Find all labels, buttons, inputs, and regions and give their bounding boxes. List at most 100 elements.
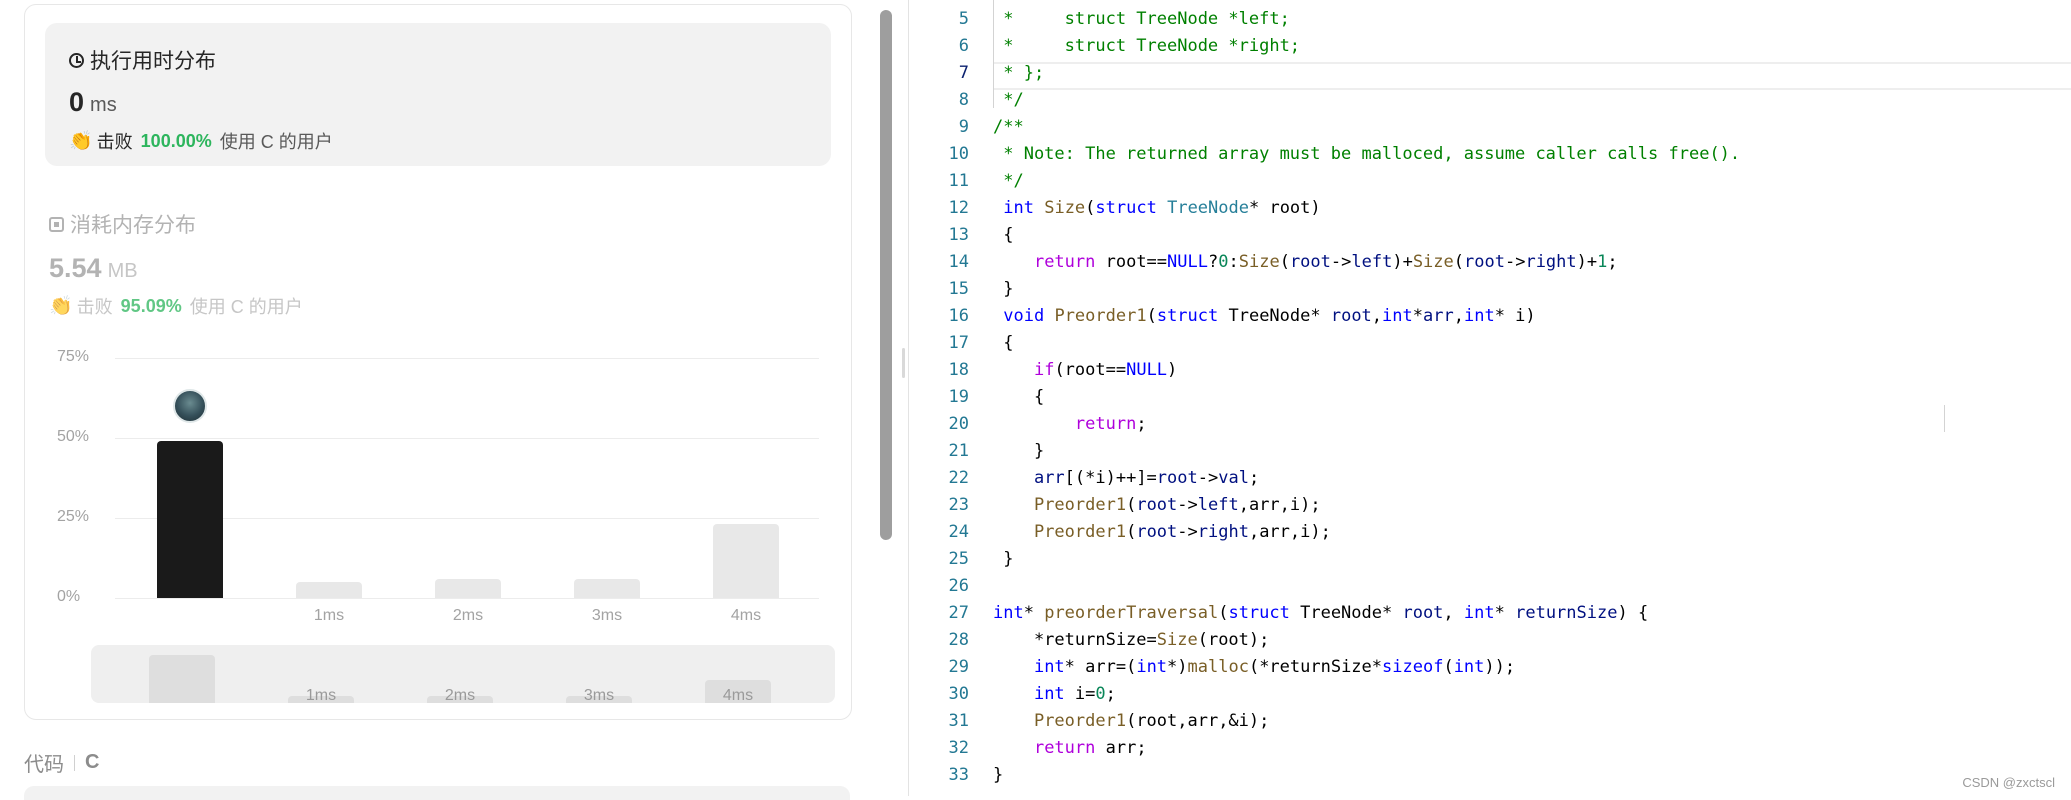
code-line: 25 } [909,546,2071,573]
code-line: 33} [909,762,2071,789]
minimap-tick-label: 1ms [305,687,337,703]
code-text: } [993,279,1014,299]
line-number: 25 [948,549,969,569]
clock-icon [69,52,84,68]
code-line: 31 Preorder1(root,arr,&i); [909,708,2071,735]
runtime-beat-percent: 100.00% [140,130,212,151]
chip-icon [49,216,64,232]
x-tick-label: 2ms [452,607,484,624]
line-number: 22 [948,468,969,488]
line-number: 29 [948,657,969,677]
minimap-tick-label: 4ms [722,687,754,703]
runtime-beat-line: 👏 击败 100.00% 使用 C 的用户 [69,128,333,154]
line-number: 17 [948,333,969,353]
line-number: 7 [958,63,969,83]
code-text: *returnSize=Size(root); [993,630,1270,650]
line-number: 20 [948,414,969,434]
runtime-distribution-chart: 0% 25% 50% 75% 1ms 2ms 3ms 4ms [25,345,851,645]
memory-value: 5.54 MB [49,253,138,284]
line-number: 6 [958,36,969,56]
code-text: int* preorderTraversal(struct TreeNode* … [993,603,1649,623]
runtime-beat-suffix: 使用 C 的用户 [219,132,333,152]
memory-number: 5.54 [49,253,102,283]
chart-bar-1ms[interactable] [296,582,362,598]
line-number: 13 [948,225,969,245]
code-line: 11 */ [909,168,2071,195]
code-text: */ [993,171,1024,191]
code-text: } [993,765,1004,785]
line-number: 19 [948,387,969,407]
memory-beat-label: 击败 [76,297,113,317]
code-text: { [993,387,1045,407]
code-label: 代码 [24,754,64,776]
chart-bar-4ms[interactable] [713,524,779,598]
code-line: 20 return; [909,411,2071,438]
line-number: 23 [948,495,969,515]
code-line: 13 { [909,222,2071,249]
line-number: 27 [948,603,969,623]
code-text: if(root==NULL) [1033,360,1178,380]
runtime-section[interactable]: 执行用时分布 0 ms 👏 击败 100.00% 使用 C 的用户 [45,23,831,166]
code-text: return root==NULL?0:Size(root->left)+Siz… [1033,252,1618,272]
line-number: 18 [948,360,969,380]
code-line: 9 /** [909,114,2071,141]
divider [74,754,75,771]
chart-bar-0ms[interactable] [157,441,223,598]
code-text: Preorder1(root,arr,&i); [1033,711,1270,731]
code-card [24,786,850,800]
code-line: 28 *returnSize=Size(root); [909,627,2071,654]
memory-title: 消耗内存分布 [49,209,196,239]
chart-bar-2ms[interactable] [435,578,501,598]
code-text: { [993,333,1014,353]
submission-stats-panel: 执行用时分布 0 ms 👏 击败 100.00% 使用 C 的用户 消耗内存分布 … [0,0,880,800]
code-line: 26 [909,573,2071,600]
runtime-title: 执行用时分布 [69,45,216,75]
line-number: 10 [948,144,969,164]
memory-beat-suffix: 使用 C 的用户 [189,297,303,317]
runtime-beat-label: 击败 [96,132,133,152]
panel-resize-handle[interactable] [902,348,905,378]
memory-beat-line: 👏 击败 95.09% 使用 C 的用户 [49,293,303,319]
watermark: CSDN @zxctscl [1962,775,2055,790]
code-line: 29 int* arr=(int*)malloc(*returnSize*siz… [909,654,2071,681]
chart-range-slider[interactable]: 1ms 2ms 3ms 4ms [91,645,835,703]
code-line: 18 if(root==NULL) [909,357,2071,384]
code-line: 14 return root==NULL?0:Size(root->left)+… [909,249,2071,276]
line-number: 26 [948,576,969,596]
code-text: arr[(*i)++]=root->val; [1033,468,1260,488]
code-line: 12 int Size(struct TreeNode* root) [909,195,2071,222]
code-text: */ [993,90,1024,110]
avatar [173,389,207,424]
code-text: Preorder1(root->left,arr,i); [1033,495,1321,515]
code-line: 6 * struct TreeNode *right; [909,33,2071,60]
x-tick-label: 1ms [313,607,345,624]
code-text: } [993,549,1014,569]
code-text: return; [1074,414,1147,434]
code-text: * Note: The returned array must be mallo… [993,144,1741,164]
x-tick-label: 4ms [730,607,762,624]
code-line: 15 } [909,276,2071,303]
code-text: int i=0; [1033,684,1116,704]
line-number: 24 [948,522,969,542]
minimap-bar [149,655,215,703]
runtime-number: 0 [69,87,85,117]
line-number: 30 [948,684,969,704]
code-line: 10 * Note: The returned array must be ma… [909,141,2071,168]
code-text: return arr; [1033,738,1147,758]
code-line: 27 int* preorderTraversal(struct TreeNode… [909,600,2071,627]
chart-bar-3ms[interactable] [574,578,640,598]
code-text: } [993,441,1045,461]
line-number: 33 [948,765,969,785]
gridline [115,358,819,359]
line-number: 16 [948,306,969,326]
left-panel-scrollbar[interactable] [880,10,892,540]
code-editor[interactable]: 5 * struct TreeNode *left; 6 * struct Tre… [909,0,2071,796]
code-line: 19 { [909,384,2071,411]
code-text: Preorder1(root->right,arr,i); [1033,522,1331,542]
code-language: C [85,751,100,773]
stats-card: 执行用时分布 0 ms 👏 击败 100.00% 使用 C 的用户 消耗内存分布 … [24,4,852,720]
line-number: 8 [958,90,969,110]
code-line: 17 { [909,330,2071,357]
minimap-tick-label: 2ms [444,687,476,703]
line-number: 28 [948,630,969,650]
